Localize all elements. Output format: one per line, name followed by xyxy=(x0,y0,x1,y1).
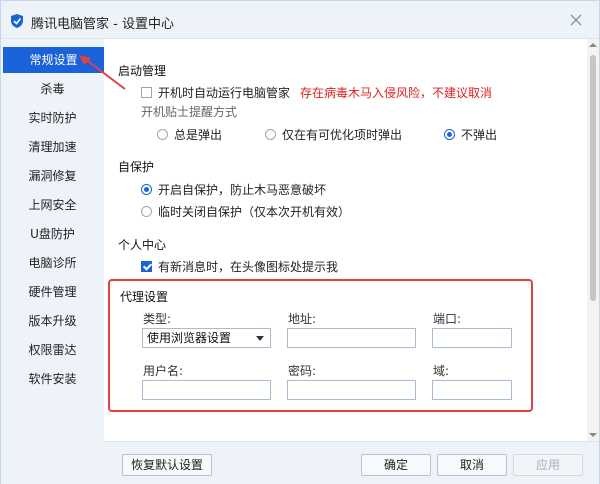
autostart-label: 开机时自动运行电脑管家 xyxy=(158,86,291,100)
self-protect-section-title: 自保护 xyxy=(118,160,155,174)
radio-button[interactable] xyxy=(141,206,152,217)
radio-button[interactable] xyxy=(157,129,168,140)
proxy-address-label: 地址: xyxy=(288,312,317,326)
proxy-port-input[interactable] xyxy=(432,328,512,348)
notify-option[interactable]: 有新消息时，在头像图标处提示我 xyxy=(141,258,338,275)
sidebar-item-realtime-protection[interactable]: 实时防护 xyxy=(1,105,104,131)
autostart-warning: 存在病毒木马入侵风险，不建议取消 xyxy=(300,86,493,100)
popup-option-label: 总是弹出 xyxy=(174,128,223,142)
chevron-down-icon xyxy=(256,336,264,341)
proxy-port-label: 端口: xyxy=(433,312,462,326)
popup-option-label: 仅在有可优化项时弹出 xyxy=(282,128,403,142)
proxy-settings-highlight: 代理设置 类型: 使用浏览器设置 地址: 端口: 用户名: 密码: 域: xyxy=(108,279,533,412)
popup-option-optimizable[interactable]: 仅在有可优化项时弹出 xyxy=(265,126,402,143)
scroll-down-arrow-icon[interactable] xyxy=(589,431,597,439)
popup-option-label: 不弹出 xyxy=(461,128,498,142)
proxy-type-value: 使用浏览器设置 xyxy=(147,331,232,345)
popup-option-always[interactable]: 总是弹出 xyxy=(157,126,222,143)
proxy-username-label: 用户名: xyxy=(143,364,184,378)
autostart-option[interactable]: 开机时自动运行电脑管家 存在病毒木马入侵风险，不建议取消 xyxy=(141,84,492,101)
notify-checkbox[interactable] xyxy=(141,261,152,272)
notify-label: 有新消息时，在头像图标处提示我 xyxy=(158,260,339,274)
proxy-password-label: 密码: xyxy=(288,364,317,378)
shield-logo-icon xyxy=(11,14,23,28)
proxy-domain-label: 域: xyxy=(433,364,450,378)
sidebar-item-vulnerability[interactable]: 漏洞修复 xyxy=(1,163,104,189)
sidebar-item-general[interactable]: 常规设置 xyxy=(3,47,104,73)
self-protect-off-option[interactable]: 临时关闭自保护（仅本次开机有效） xyxy=(141,203,350,220)
sidebar-item-cleanup[interactable]: 清理加速 xyxy=(1,134,104,160)
ok-button[interactable]: 确定 xyxy=(361,454,431,476)
proxy-section-title: 代理设置 xyxy=(120,290,169,304)
radio-button-selected[interactable] xyxy=(141,184,152,195)
proxy-type-select[interactable]: 使用浏览器设置 xyxy=(142,328,271,348)
autostart-checkbox[interactable] xyxy=(141,87,152,98)
proxy-password-input[interactable] xyxy=(287,380,416,400)
content-scrollbar[interactable] xyxy=(587,39,599,441)
sidebar-item-permission-radar[interactable]: 权限雷达 xyxy=(1,337,104,363)
window-title: 腾讯电脑管家 - 设置中心 xyxy=(31,17,174,32)
footer-bar: 恢复默认设置 确定 取消 应用 xyxy=(104,441,599,484)
scrollbar-thumb[interactable] xyxy=(590,55,596,301)
proxy-type-label: 类型: xyxy=(143,312,172,326)
settings-content: 启动管理 开机时自动运行电脑管家 存在病毒木马入侵风险，不建议取消 开机贴士提醒方… xyxy=(104,39,587,441)
proxy-address-input[interactable] xyxy=(287,328,416,348)
radio-button-selected[interactable] xyxy=(444,129,455,140)
settings-window: 腾讯电脑管家 - 设置中心 常规设置 杀毒 实时防护 清理加速 漏洞修复 上网安… xyxy=(0,0,600,484)
startup-section-title: 启动管理 xyxy=(118,64,167,78)
self-protect-on-label: 开启自保护，防止木马恶意破坏 xyxy=(158,183,327,197)
sidebar-item-hardware[interactable]: 硬件管理 xyxy=(1,279,104,305)
self-protect-on-option[interactable]: 开启自保护，防止木马恶意破坏 xyxy=(141,181,326,198)
close-icon[interactable] xyxy=(567,11,585,29)
self-protect-off-label: 临时关闭自保护（仅本次开机有效） xyxy=(158,205,351,219)
proxy-domain-input[interactable] xyxy=(432,380,512,400)
radio-button[interactable] xyxy=(265,129,276,140)
sidebar-item-software-install[interactable]: 软件安装 xyxy=(1,366,104,392)
sidebar-item-web-security[interactable]: 上网安全 xyxy=(1,192,104,218)
apply-button[interactable]: 应用 xyxy=(513,454,583,476)
title-bar: 腾讯电脑管家 - 设置中心 xyxy=(1,1,599,39)
proxy-username-input[interactable] xyxy=(142,380,271,400)
sidebar-item-upgrade[interactable]: 版本升级 xyxy=(1,308,104,334)
popup-method-title: 开机贴士提醒方式 xyxy=(141,105,238,119)
popup-option-never[interactable]: 不弹出 xyxy=(444,126,497,143)
personal-section-title: 个人中心 xyxy=(118,238,167,252)
restore-defaults-button[interactable]: 恢复默认设置 xyxy=(122,454,212,476)
cancel-button[interactable]: 取消 xyxy=(437,454,507,476)
sidebar-item-usb-protection[interactable]: U盘防护 xyxy=(1,221,104,247)
sidebar-item-antivirus[interactable]: 杀毒 xyxy=(1,76,104,102)
settings-sidebar: 常规设置 杀毒 实时防护 清理加速 漏洞修复 上网安全 U盘防护 电脑诊所 硬件… xyxy=(1,39,104,484)
sidebar-item-pc-clinic[interactable]: 电脑诊所 xyxy=(1,250,104,276)
scroll-up-arrow-icon[interactable] xyxy=(589,41,597,49)
